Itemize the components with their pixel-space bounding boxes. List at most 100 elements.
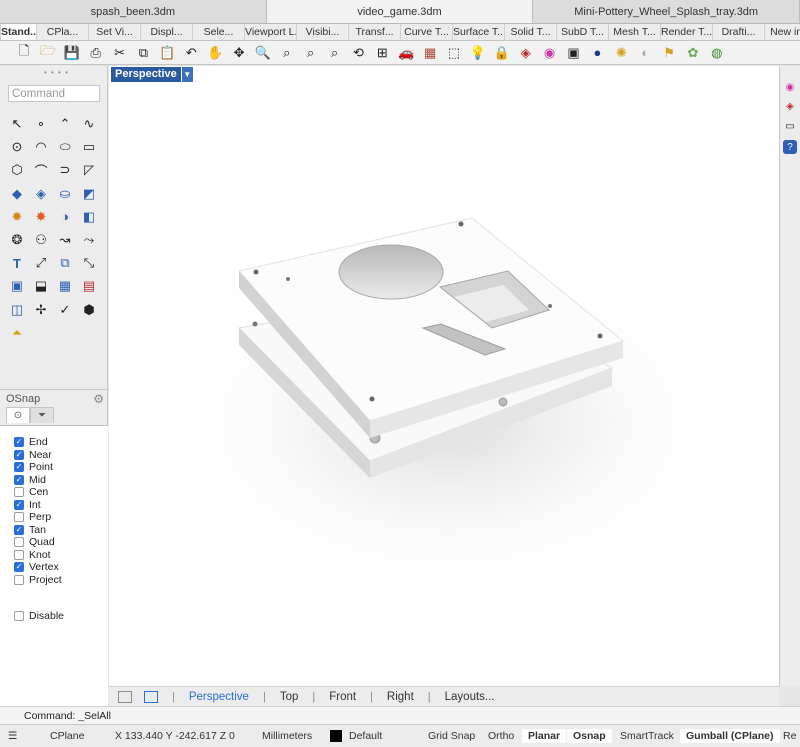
tab-viewport-layout[interactable]: Viewport L...	[245, 24, 297, 40]
light-bulb-icon[interactable]: 💡	[468, 43, 488, 63]
view-tab-right[interactable]: Right	[387, 691, 414, 703]
layer-color-swatch[interactable]	[330, 730, 342, 742]
osnap-item[interactable]: Quad	[14, 536, 55, 548]
tab-mesh-tools[interactable]: Mesh T...	[609, 24, 661, 40]
rectangle-icon[interactable]: ▭	[79, 137, 99, 157]
materials-icon[interactable]: ✺	[611, 43, 631, 63]
boolean-icon[interactable]: ◑	[55, 207, 75, 227]
doc-tab-pottery-wheel[interactable]: Mini-Pottery_Wheel_Splash_tray.3dm	[533, 0, 800, 23]
view-tab-layouts[interactable]: Layouts...	[445, 691, 495, 703]
undo-icon[interactable]: ↶	[181, 43, 201, 63]
osnap-checkbox[interactable]: ✓	[14, 474, 24, 485]
view-tab-front[interactable]: Front	[329, 691, 356, 703]
tab-cplanes[interactable]: CPla...	[37, 24, 89, 40]
status-record-history[interactable]: Re	[783, 730, 796, 742]
dimension-icon[interactable]: ⤢	[31, 253, 51, 273]
four-viewport-icon[interactable]	[118, 690, 132, 703]
pan-icon[interactable]: ✋	[205, 43, 225, 63]
osnap-item[interactable]: ✓ End	[14, 436, 48, 448]
gumball-icon[interactable]: ✢	[31, 300, 51, 320]
layers-panel-icon[interactable]: ◈	[783, 99, 797, 113]
osnap-item[interactable]: Knot	[14, 549, 51, 561]
environment-icon[interactable]: ◐	[635, 43, 655, 63]
polygon-icon[interactable]: ⬡	[7, 160, 27, 180]
osnap-item[interactable]: Perp	[14, 511, 51, 523]
tab-standard[interactable]: Stand...	[1, 24, 37, 40]
paste-icon[interactable]: 📋	[157, 43, 177, 63]
tab-surface-tools[interactable]: Surface T...	[453, 24, 505, 40]
render-sphere-icon[interactable]: ●	[587, 43, 607, 63]
select-all-icon[interactable]: ⬚	[444, 43, 464, 63]
array-icon[interactable]: ⧉	[55, 253, 75, 273]
copy-icon[interactable]: ⧉	[133, 43, 153, 63]
tab-new-in[interactable]: New in...	[765, 24, 800, 40]
transform-icon[interactable]: ◫	[7, 300, 27, 320]
command-input[interactable]	[8, 85, 100, 102]
four-view-icon[interactable]: ⊞	[372, 43, 392, 63]
osnap-item[interactable]: ✓ Vertex	[14, 561, 59, 573]
osnap-item[interactable]: ✓ Point	[14, 461, 53, 473]
display-panel-icon[interactable]: ▭	[783, 119, 797, 133]
undo-view-icon[interactable]: ⟲	[348, 43, 368, 63]
osnap-checkbox[interactable]: ✓	[14, 562, 24, 572]
perspective-viewport[interactable]: Perspective ▼	[109, 66, 779, 686]
curve-from-object-icon[interactable]: ◸	[79, 160, 99, 180]
view-tab-top[interactable]: Top	[280, 691, 299, 703]
point-icon[interactable]: ∘	[31, 114, 51, 134]
tab-select[interactable]: Sele...	[193, 24, 245, 40]
green-sphere-icon[interactable]: ◍	[707, 43, 727, 63]
doc-tab-video-game[interactable]: video_game.3dm	[266, 0, 534, 23]
doc-tab-spash-been[interactable]: spash_been.3dm	[0, 0, 267, 23]
help-panel-icon[interactable]: ?	[783, 140, 797, 154]
properties-icon[interactable]: ▣	[563, 43, 583, 63]
explode-icon[interactable]: ✸	[31, 207, 51, 227]
grid-icon[interactable]: ▦	[420, 43, 440, 63]
arc-icon[interactable]: ◠	[31, 137, 51, 157]
text-icon[interactable]: T	[7, 253, 27, 273]
osnap-item[interactable]: Cen	[14, 486, 48, 498]
mesh-icon[interactable]: ✹	[7, 207, 27, 227]
blend-icon[interactable]: ❂	[7, 230, 27, 250]
tab-display[interactable]: Displ...	[141, 24, 193, 40]
zoom-window-icon[interactable]: ⌕	[277, 43, 297, 63]
osnap-checkbox[interactable]	[14, 574, 24, 585]
select-arrow-icon[interactable]: ↖	[7, 114, 27, 134]
group-icon[interactable]: ⚇	[31, 230, 51, 250]
zoom-icon[interactable]: 🔍	[253, 43, 273, 63]
analyze-icon[interactable]: ▤	[79, 276, 99, 296]
offset-curve-icon[interactable]: ⊃	[55, 160, 75, 180]
status-osnap[interactable]: Osnap	[567, 729, 612, 743]
status-layer[interactable]: Default	[349, 730, 382, 742]
osnap-gear-icon[interactable]: ⚙	[93, 392, 104, 406]
render-icon[interactable]: ⬢	[79, 300, 99, 320]
tab-set-view[interactable]: Set Vi...	[89, 24, 141, 40]
tab-curve-tools[interactable]: Curve T...	[401, 24, 453, 40]
osnap-checkbox[interactable]: ✓	[14, 462, 24, 472]
osnap-item[interactable]: Project	[14, 574, 62, 586]
osnap-checkbox[interactable]	[14, 537, 24, 547]
cut-icon[interactable]: ✂	[110, 43, 130, 63]
viewport-menu-chevron-down-icon[interactable]: ▼	[180, 67, 193, 82]
status-cplane[interactable]: CPlane	[50, 730, 84, 742]
extrude-surface-icon[interactable]: ◈	[31, 184, 51, 204]
rebuild-icon[interactable]: ⤳	[79, 230, 99, 250]
flag-icon[interactable]: ⚑	[659, 43, 679, 63]
tab-solid-tools[interactable]: Solid T...	[505, 24, 557, 40]
open-file-icon[interactable]: 🗁	[38, 43, 58, 63]
cplane-icon[interactable]: ⬓	[31, 276, 51, 296]
zoom-selected-icon[interactable]: ⌕	[325, 43, 345, 63]
print-icon[interactable]: ⎙	[86, 43, 106, 63]
color-wheel-icon[interactable]: ◉	[540, 43, 560, 63]
osnap-checkbox[interactable]: ✓	[14, 437, 24, 447]
osnap-checkbox[interactable]: ✓	[14, 499, 24, 510]
osnap-checkbox[interactable]: ✓	[14, 449, 24, 460]
check-icon[interactable]: ✓	[55, 300, 75, 320]
ellipse-icon[interactable]: ⬭	[55, 137, 75, 157]
status-smarttrack[interactable]: SmartTrack	[620, 730, 674, 742]
status-planar[interactable]: Planar	[522, 729, 567, 743]
osnap-item[interactable]: ✓ Int	[14, 499, 41, 511]
surface-icon[interactable]: ◆	[7, 184, 27, 204]
tab-render-tools[interactable]: Render T...	[661, 24, 713, 40]
view-tab-perspective[interactable]: Perspective	[189, 691, 249, 703]
car-icon[interactable]: 🚗	[396, 43, 416, 63]
